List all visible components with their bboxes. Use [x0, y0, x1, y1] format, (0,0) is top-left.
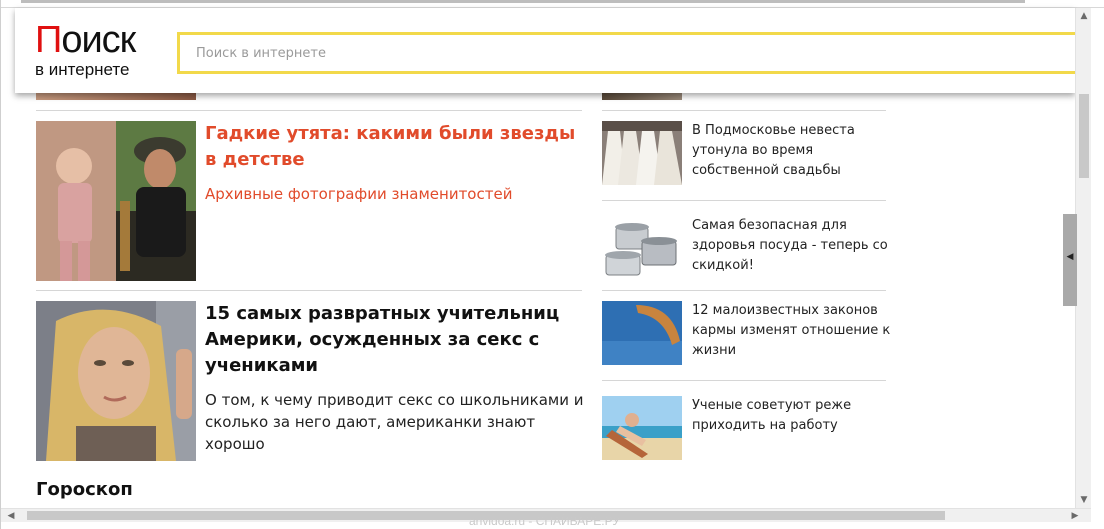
scroll-up-arrow-icon[interactable]: ▲ — [1076, 8, 1092, 24]
side-thumbnail[interactable] — [602, 121, 682, 185]
article-subtitle[interactable]: О том, к чему приводит секс со школьника… — [205, 389, 585, 455]
logo-wordmark: Поиск — [35, 18, 136, 62]
article-title[interactable]: Гадкие утята: какими были звезды в детст… — [205, 121, 585, 173]
side-thumbnail[interactable] — [602, 301, 682, 365]
side-article-text[interactable]: Ученые советуют реже приходить на работу — [692, 396, 892, 436]
browser-viewport: Гадкие утята: какими были звезды в детст… — [0, 0, 1104, 529]
search-box — [177, 32, 1077, 74]
side-article-text[interactable]: В Подмосковье невеста утонула во время с… — [692, 121, 892, 181]
ugly-ducklings-photo — [36, 121, 196, 281]
boomerang-photo — [602, 301, 682, 365]
article-subtitle[interactable]: Архивные фотографии знаменитостей — [205, 183, 585, 205]
vertical-scrollbar[interactable]: ▲ ▼ — [1075, 8, 1091, 508]
logo-tagline: в интернете — [35, 60, 130, 79]
section-title-horoscope: Гороскоп — [36, 479, 133, 500]
main-divider — [36, 110, 582, 111]
side-divider — [602, 200, 886, 201]
article-title[interactable]: 15 самых развратных учительниц Америки, … — [205, 301, 585, 379]
site-logo[interactable]: Поиск в интернете — [35, 18, 155, 82]
side-thumbnail[interactable] — [602, 215, 682, 279]
scroll-right-arrow-icon[interactable]: ▶ — [1067, 508, 1083, 524]
article-thumbnail[interactable] — [36, 121, 196, 281]
logo-letter-red: П — [35, 19, 62, 61]
side-thumbnail[interactable] — [602, 396, 682, 460]
side-divider — [602, 290, 886, 291]
main-divider — [36, 290, 582, 291]
side-divider — [602, 110, 886, 111]
site-header: Поиск в интернете — [15, 8, 1077, 93]
cookware-photo — [602, 215, 682, 279]
watermark: anvidoa.ru - СПАЙВАРЕ.РУ — [469, 514, 620, 528]
vertical-scroll-thumb[interactable] — [1079, 94, 1089, 178]
beach-lounger-photo — [602, 396, 682, 460]
wedding-dresses-photo — [602, 121, 682, 185]
side-article-text[interactable]: 12 малоизвестных законов кармы изменят о… — [692, 301, 892, 361]
scroll-down-arrow-icon[interactable]: ▼ — [1076, 492, 1092, 508]
search-input[interactable] — [180, 35, 1077, 71]
side-panel-toggle[interactable]: ◀ — [1063, 214, 1077, 306]
chevron-left-icon: ◀ — [1066, 252, 1074, 262]
logo-letters-rest: оиск — [61, 19, 136, 61]
scroll-left-arrow-icon[interactable]: ◀ — [3, 508, 19, 524]
teacher-portrait-photo — [36, 301, 196, 461]
side-article-text[interactable]: Самая безопасная для здоровья посуда - т… — [692, 216, 892, 276]
article-thumbnail[interactable] — [36, 301, 196, 461]
side-divider — [602, 380, 886, 381]
